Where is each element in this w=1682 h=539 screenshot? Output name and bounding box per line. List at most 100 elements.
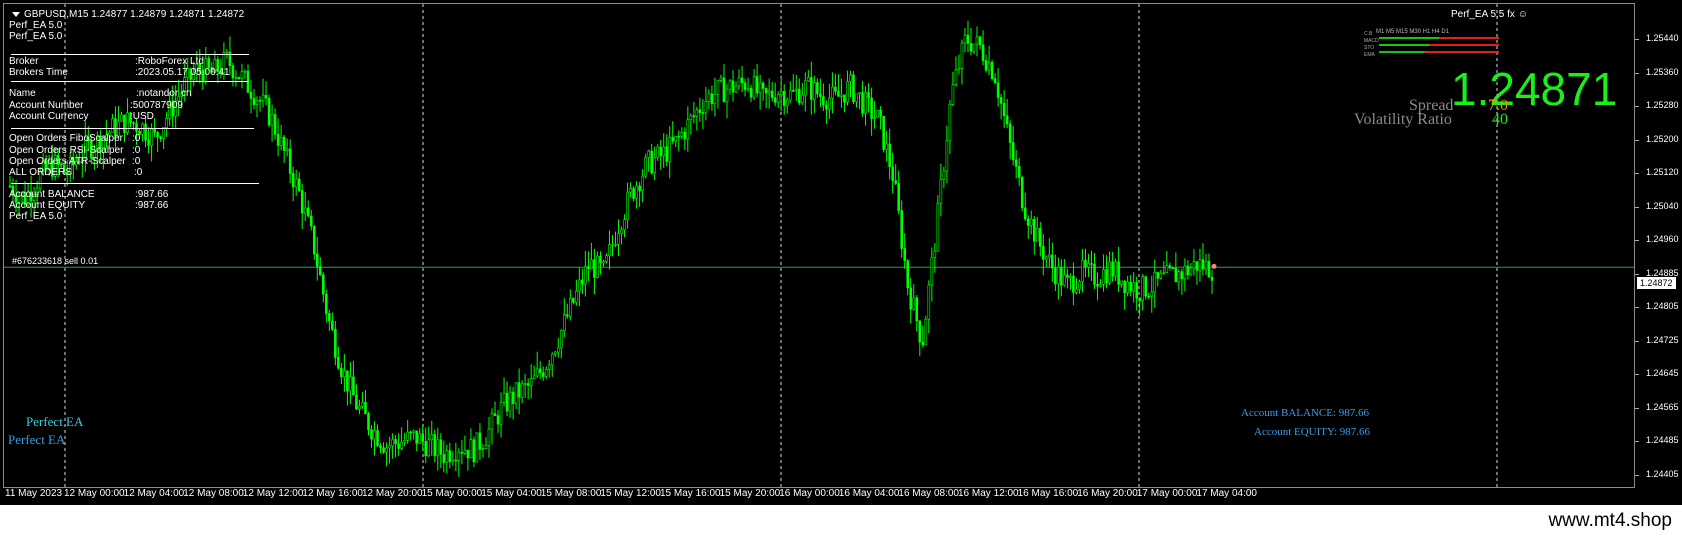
candle-body (1014, 159, 1018, 167)
chart-window[interactable]: GBPUSD,M15 1.24877 1.24879 1.24871 1.248… (0, 0, 1682, 505)
time-axis-label: 11 May 2023 (5, 488, 63, 499)
candle-body (921, 341, 925, 346)
candle-body (912, 297, 916, 310)
price-chart[interactable] (4, 4, 1635, 488)
candle-body (939, 179, 943, 204)
candle-body (569, 298, 572, 317)
candle-body (807, 77, 810, 82)
candle-body (1171, 267, 1175, 270)
candle-body (328, 313, 331, 322)
time-axis-label: 15 May 20:00 (719, 488, 781, 499)
candle-body (873, 117, 876, 119)
candle-body (1072, 275, 1075, 293)
candle-body (828, 97, 831, 110)
footer-bar: www.mt4.shop (0, 505, 1682, 539)
brokers-time-value: :2023.05.17 05:00:41 (135, 67, 230, 78)
candle-body (852, 74, 855, 102)
candle-body (493, 413, 497, 416)
time-axis-label: 15 May 16:00 (660, 488, 721, 499)
candle-body (409, 431, 412, 434)
candle-body (686, 119, 690, 140)
timeframe-row: M1 M5 M15 M30 H1 H4 D1 (1376, 29, 1450, 35)
candle-body (541, 372, 545, 377)
candle-body (963, 34, 967, 44)
all-orders-value: :0 (134, 167, 143, 178)
candle-body (855, 93, 858, 102)
candle-body (662, 146, 666, 157)
candle-body (126, 112, 129, 133)
candle-body (740, 77, 744, 84)
candle-body (367, 413, 370, 430)
candle-body (1096, 284, 1099, 287)
candle-body (933, 250, 937, 258)
candle-body (716, 80, 720, 95)
candle-body (361, 402, 364, 407)
candle-body (394, 439, 397, 445)
candle-body (291, 173, 295, 188)
candle-body (761, 82, 765, 89)
candle-body (608, 244, 611, 257)
candle-body (1084, 259, 1087, 268)
candle-body (388, 445, 391, 449)
price-axis-label: 1.24885 (1646, 267, 1679, 278)
candle-body (969, 43, 973, 52)
candle-body (879, 109, 882, 117)
candle-body (698, 109, 702, 113)
candle-body (897, 183, 900, 211)
candle-body (746, 88, 750, 91)
candle-body (273, 114, 277, 135)
price-axis-label: 1.24725 (1646, 334, 1679, 345)
price-axis-tick (1635, 374, 1639, 375)
collapse-triangle-icon[interactable] (12, 11, 20, 17)
plot-area[interactable]: GBPUSD,M15 1.24877 1.24879 1.24871 1.248… (3, 3, 1635, 488)
candle-body (1038, 228, 1042, 247)
candle-body (810, 77, 813, 100)
time-axis-label: 16 May 04:00 (838, 488, 900, 499)
time-axis-label: 15 May 04:00 (481, 488, 542, 499)
bottom-equity: Account EQUITY: 987.66 (1254, 426, 1370, 438)
candle-body (406, 431, 409, 441)
candle-body (647, 150, 650, 158)
candle-body (478, 432, 482, 450)
price-axis-tick (1635, 240, 1639, 241)
candle-body (707, 93, 711, 102)
candle-body (918, 320, 922, 343)
candle-body (671, 136, 675, 142)
candle-body (379, 445, 382, 449)
candle-body (276, 134, 280, 146)
price-axis-label: 1.24565 (1646, 401, 1679, 412)
candle-body (466, 449, 470, 459)
time-axis-label: 12 May 04:00 (123, 488, 185, 499)
candle-body (150, 128, 153, 146)
price-axis-tick (1635, 206, 1639, 208)
candle-body (240, 71, 244, 80)
ea-title: Perf_EA 5.5 fx ☺ (1451, 9, 1528, 20)
candle-body (1099, 283, 1102, 287)
candle-body (909, 287, 913, 310)
candle-body (267, 97, 271, 126)
name-value: :notandor cn (136, 88, 192, 99)
candle-body (1135, 282, 1138, 299)
price-axis-label: 1.24405 (1646, 468, 1679, 479)
candle-body (1051, 254, 1054, 269)
candle-body (972, 43, 976, 52)
candle-body (355, 394, 358, 410)
candle-body (352, 376, 355, 396)
time-axis-label: 16 May 12:00 (958, 488, 1019, 499)
candle-body (141, 123, 144, 135)
candle-body (975, 36, 979, 45)
candle-body (451, 459, 455, 463)
candle-body (397, 443, 400, 449)
candle-body (255, 99, 259, 105)
candle-body (454, 459, 458, 462)
order-line-label[interactable]: #676233618 sell 0.01 (12, 255, 98, 267)
candle-body (915, 297, 919, 322)
candle-body (526, 383, 530, 386)
candle-body (349, 376, 352, 392)
candle-body (270, 114, 274, 126)
candle-body (954, 69, 958, 85)
price-axis-label: 1.25280 (1646, 100, 1679, 110)
candle-body (632, 188, 635, 199)
candle-body (882, 115, 885, 150)
candle-body (249, 92, 253, 99)
